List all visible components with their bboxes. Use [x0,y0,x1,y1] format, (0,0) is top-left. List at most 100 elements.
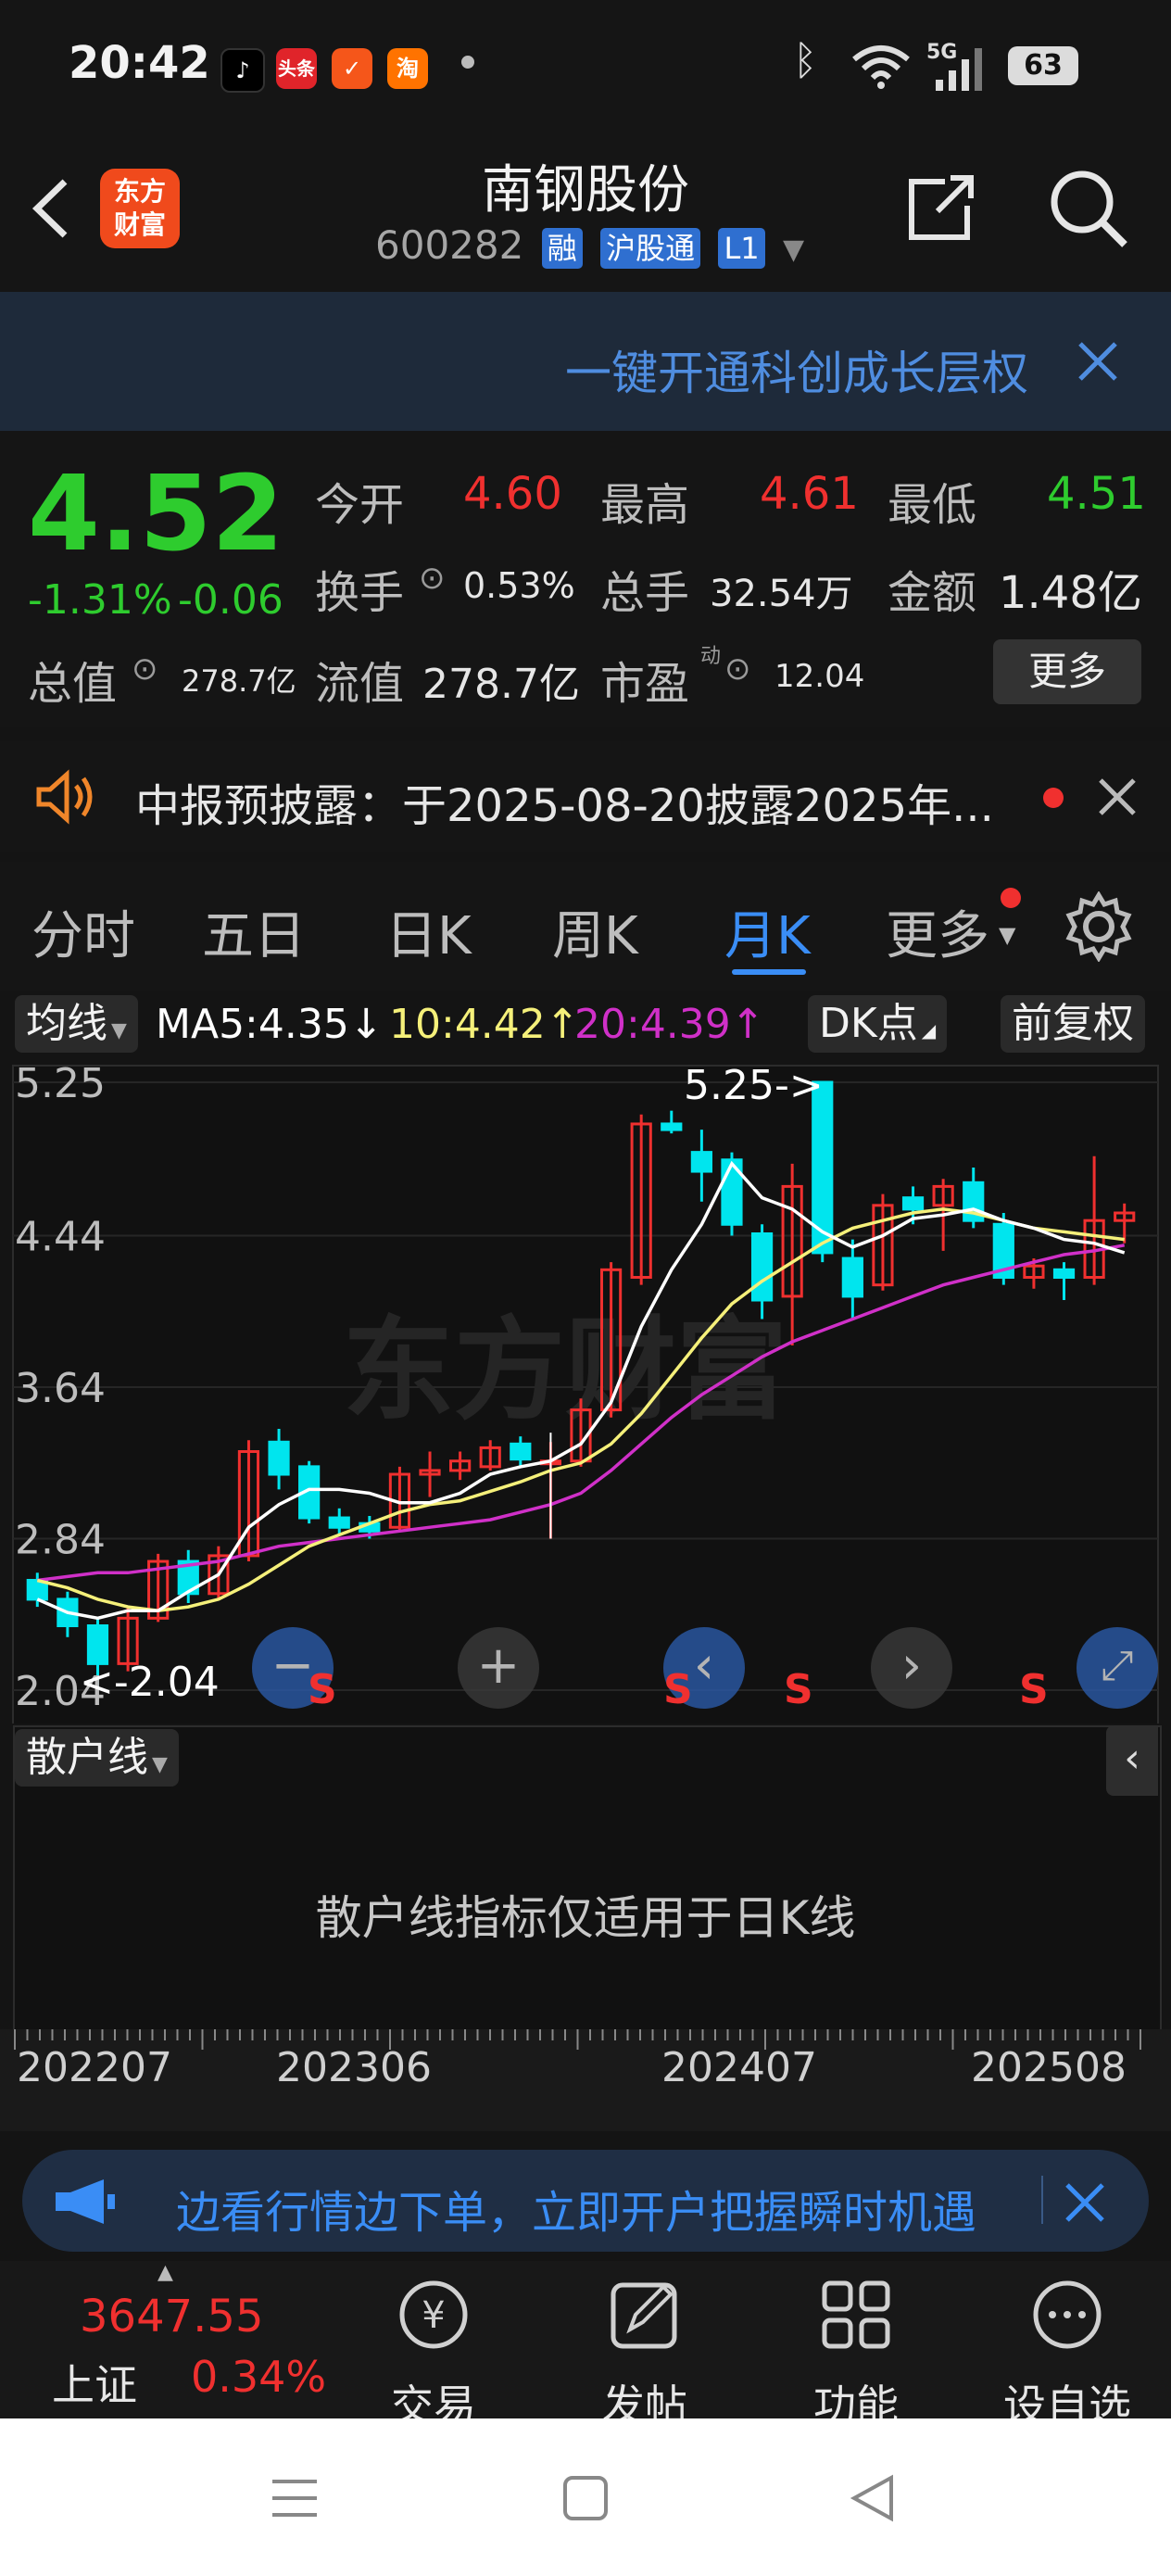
sell-signal: S [784,1666,813,1713]
tab-more[interactable]: 更多 [886,894,989,969]
tiktok-icon: ♪ [220,48,265,93]
info-icon[interactable]: ⊙ [132,650,158,688]
tag-level: L1 [718,228,765,269]
x-label: 202508 [971,2044,1127,2091]
volume-value: 32.54万 [710,573,853,615]
close-icon[interactable] [1075,338,1121,385]
ma5-value: MA5:4.35↓ [156,1001,384,1048]
indicator-select[interactable]: 散户线 ▼ [15,1729,179,1787]
tab-intraday[interactable]: 分时 [31,894,135,969]
taobao-icon: 淘 [387,48,428,89]
high-label: 最高 [600,479,690,531]
unread-dot-icon [1043,788,1064,808]
low-value: 4.51 [1047,468,1146,520]
bluetooth-icon: ᛒ [793,37,818,84]
turnover-value: 0.53% [463,565,575,606]
candle-body [328,1516,350,1529]
stock-code-row[interactable]: 600282 融 沪股通 L1 ▼ [375,222,804,269]
gear-icon[interactable] [1064,891,1134,962]
kline-chart[interactable]: 东方财富 5.254.443.642.842.04 [0,1056,1171,1724]
candle-body [901,1196,925,1211]
battery-icon: 63 [1008,46,1078,85]
high-value: 4.61 [760,468,859,520]
stock-code: 600282 [375,222,524,268]
candle-body [510,1442,532,1461]
y-tick-label: 3.64 [15,1365,106,1412]
notification-dot-icon [461,56,474,69]
tab-weekly-k[interactable]: 周K [552,894,638,969]
close-icon[interactable] [1097,777,1138,817]
banner-text: 一键开通科创成长层权 [565,347,1028,400]
back-icon[interactable] [847,2472,899,2524]
dk-point-label: DK点 [819,1000,918,1047]
pe-dynamic-mark: 动 [700,645,722,668]
indicator-note: 散户线指标仅适用于日K线 [315,1891,856,1945]
candle-body [268,1440,290,1476]
amount-value: 1.48亿 [999,567,1142,619]
unread-dot-icon [1001,888,1021,908]
share-icon[interactable] [904,170,978,245]
tab-daily-k[interactable]: 日K [385,894,472,969]
max-price-label: 5.25-> [684,1062,824,1109]
sell-signal: S [663,1666,693,1713]
float-label: 流值 [315,658,405,710]
sell-signal: S [308,1666,337,1713]
home-icon[interactable] [560,2472,611,2524]
expand-arrow-icon[interactable]: ▲ [157,2261,173,2284]
pe-label: 市盈 [600,658,690,710]
pan-right-button[interactable]: › [871,1627,952,1709]
svg-text:¥: ¥ [422,2294,445,2337]
change-amount: -0.06 [178,576,283,624]
dropdown-arrow-icon: ▼ [111,1019,127,1042]
ad-text: 边看行情边下单，立即开户把握瞬时机遇 [176,2187,977,2239]
zoom-in-button[interactable]: + [458,1627,539,1709]
more-dots-icon[interactable] [993,2268,1141,2361]
megaphone-icon [56,2179,115,2224]
pe-value: 12.04 [774,658,865,695]
ma-select[interactable]: 均线 ▼ [15,995,138,1053]
more-button[interactable]: 更多 [993,639,1141,704]
adjust-button[interactable]: 前复权 [1001,995,1145,1053]
info-icon[interactable]: ⊙ [419,560,446,597]
dk-point-button[interactable]: DK点 ◢ [808,995,948,1053]
post-icon[interactable] [571,2268,719,2361]
toutiao-icon: 头条 [276,48,317,89]
indicator-select-label: 散户线 [26,1734,148,1781]
candle-body [750,1231,774,1302]
change-percent: -1.31% [28,576,172,624]
speaker-icon [36,769,93,825]
trade-icon[interactable]: ¥ [359,2268,508,2361]
sell-signal: S [1019,1666,1049,1713]
promo-banner[interactable]: 一键开通科创成长层权 [0,292,1171,431]
grid-icon[interactable] [782,2268,930,2361]
open-label: 今开 [315,479,405,531]
tab-five-day[interactable]: 五日 [202,894,306,969]
active-tab-indicator [732,969,806,975]
collapse-panel-button[interactable]: ‹ [1106,1725,1158,1796]
ma20-value: 20:4.39↑ [574,1001,765,1048]
stock-name: 南钢股份 [482,160,689,221]
index-name[interactable]: 上证 [52,2352,137,2413]
index-change: 0.34% [191,2352,327,2402]
fullscreen-button[interactable]: ⤢ [1077,1627,1158,1709]
index-value: 3647.55 [80,2291,264,2342]
tab-monthly-k[interactable]: 月K [724,894,811,969]
tag-connect: 沪股通 [600,228,701,269]
close-icon[interactable] [1064,2181,1106,2224]
indicator-panel [13,1725,1162,2031]
app-icon: ✓ [332,48,372,89]
mktcap-value: 278.7亿 [182,663,296,699]
ma-select-label: 均线 [26,1000,107,1047]
menu-icon[interactable] [269,2472,321,2524]
dropdown-arrow-icon: ▼ [152,1753,168,1776]
dropdown-arrow-icon: ▼ [999,922,1016,948]
volume-label: 总手 [600,567,690,619]
dropdown-arrow-icon: ▼ [783,234,805,266]
float-value: 278.7亿 [422,661,580,708]
search-icon[interactable] [1047,167,1130,250]
x-label: 202407 [661,2044,817,2091]
x-label: 202306 [276,2044,432,2091]
turnover-label: 换手 [315,567,405,619]
info-icon[interactable]: ⊙ [724,650,751,688]
wifi-icon [852,45,910,89]
